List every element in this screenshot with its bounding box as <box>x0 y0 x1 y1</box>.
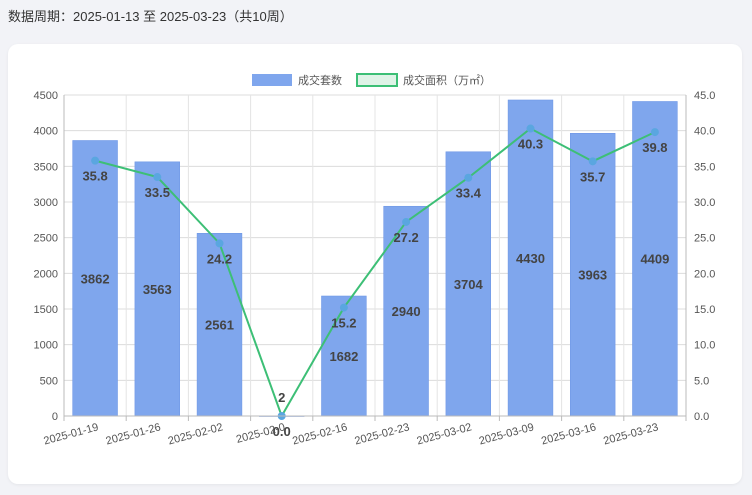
y-left-tick: 500 <box>40 375 58 387</box>
y-left-tick: 3500 <box>34 161 58 173</box>
y-left-tick: 2000 <box>34 268 58 280</box>
y-right-tick: 5.0 <box>694 375 709 387</box>
y-right-tick: 35.0 <box>694 161 715 173</box>
x-tick-label: 2025-03-02 <box>416 421 473 447</box>
period-start: 2025-01-13 <box>73 9 140 24</box>
legend-line-swatch[interactable] <box>356 73 398 87</box>
line-point <box>588 157 597 166</box>
bar-value-label: 1682 <box>329 349 358 364</box>
bar-value-label: 2561 <box>205 318 234 333</box>
line-point <box>402 217 411 226</box>
y-left-tick: 1500 <box>34 304 58 316</box>
line-value-label: 27.2 <box>393 230 418 245</box>
line-value-label: 35.7 <box>580 169 605 184</box>
period-label: 数据周期： <box>8 9 74 24</box>
line-point <box>215 239 224 248</box>
chart-card: 3862 3563 2561 2 1682 2940 3704 4430 3963 4409 35.… <box>8 44 742 484</box>
y-left-tick: 0 <box>52 411 58 423</box>
y-left-tick: 3000 <box>34 197 58 209</box>
period-to: 至 <box>143 9 157 24</box>
x-tick-label: 2025-01-19 <box>42 421 99 447</box>
y-right-tick: 0.0 <box>694 411 709 423</box>
line-point <box>91 156 100 165</box>
y-left-tick: 1000 <box>34 340 58 352</box>
line-point <box>464 173 473 182</box>
period-end: 2025-03-23 <box>159 9 227 24</box>
combo-chart: 3862 3563 2561 2 1682 2940 3704 4430 3963 4409 35.… <box>34 73 715 447</box>
x-tick-label: 2025-01-26 <box>105 421 162 447</box>
y-right-tick: 30.0 <box>694 197 715 209</box>
y-right-tick: 45.0 <box>694 90 715 102</box>
x-tick-label: 2025-02-0 <box>235 421 287 446</box>
y-left-tick: 2500 <box>34 233 58 245</box>
line-value-label: 39.8 <box>642 140 667 155</box>
bar-value-label: 2 <box>278 390 285 405</box>
x-tick-label: 2025-03-23 <box>602 421 659 447</box>
y-right-tick: 15.0 <box>694 304 715 316</box>
line-point <box>153 173 162 182</box>
y-right-tick: 10.0 <box>694 340 715 352</box>
bar-value-label: 4430 <box>516 251 545 266</box>
period-weeks: （共10周） <box>226 9 293 24</box>
legend[interactable]: 成交套数 成交面积（万㎡） <box>252 73 491 87</box>
bar-value-label: 3862 <box>81 271 110 286</box>
line-value-label: 33.4 <box>456 186 482 201</box>
line-point <box>339 303 348 312</box>
bar-value-label: 3563 <box>143 282 172 297</box>
bar-value-label: 3704 <box>454 277 484 292</box>
y-left-tick: 4000 <box>34 126 58 138</box>
line-point <box>526 124 535 133</box>
line-value-label: 24.2 <box>207 251 232 266</box>
legend-line-label[interactable]: 成交面积（万㎡） <box>403 73 491 87</box>
y-right-tick: 25.0 <box>694 233 715 245</box>
x-tick-label: 2025-02-23 <box>353 421 410 447</box>
line-value-label: 40.3 <box>518 137 543 152</box>
line-value-label: 15.2 <box>331 316 356 331</box>
x-tick-label: 2025-02-16 <box>291 421 348 447</box>
line-value-label: 35.8 <box>82 169 107 184</box>
data-period-text: 数据周期：2025-01-13 至 2025-03-23（共10周） <box>8 6 293 25</box>
bar-value-label: 2940 <box>392 304 421 319</box>
legend-bar-label[interactable]: 成交套数 <box>298 73 342 87</box>
line-value-label: 33.5 <box>145 185 170 200</box>
y-right-tick: 40.0 <box>694 126 715 138</box>
x-tick-label: 2025-02-02 <box>167 421 224 447</box>
y-left-tick: 4500 <box>34 90 58 102</box>
line-point <box>650 128 659 137</box>
x-tick-label: 2025-03-16 <box>540 421 597 447</box>
bar-value-label: 4409 <box>640 252 669 267</box>
bar-value-label: 3963 <box>578 268 607 283</box>
legend-bar-swatch[interactable] <box>252 74 292 86</box>
x-tick-label: 2025-03-09 <box>478 421 535 447</box>
y-right-tick: 20.0 <box>694 268 715 280</box>
